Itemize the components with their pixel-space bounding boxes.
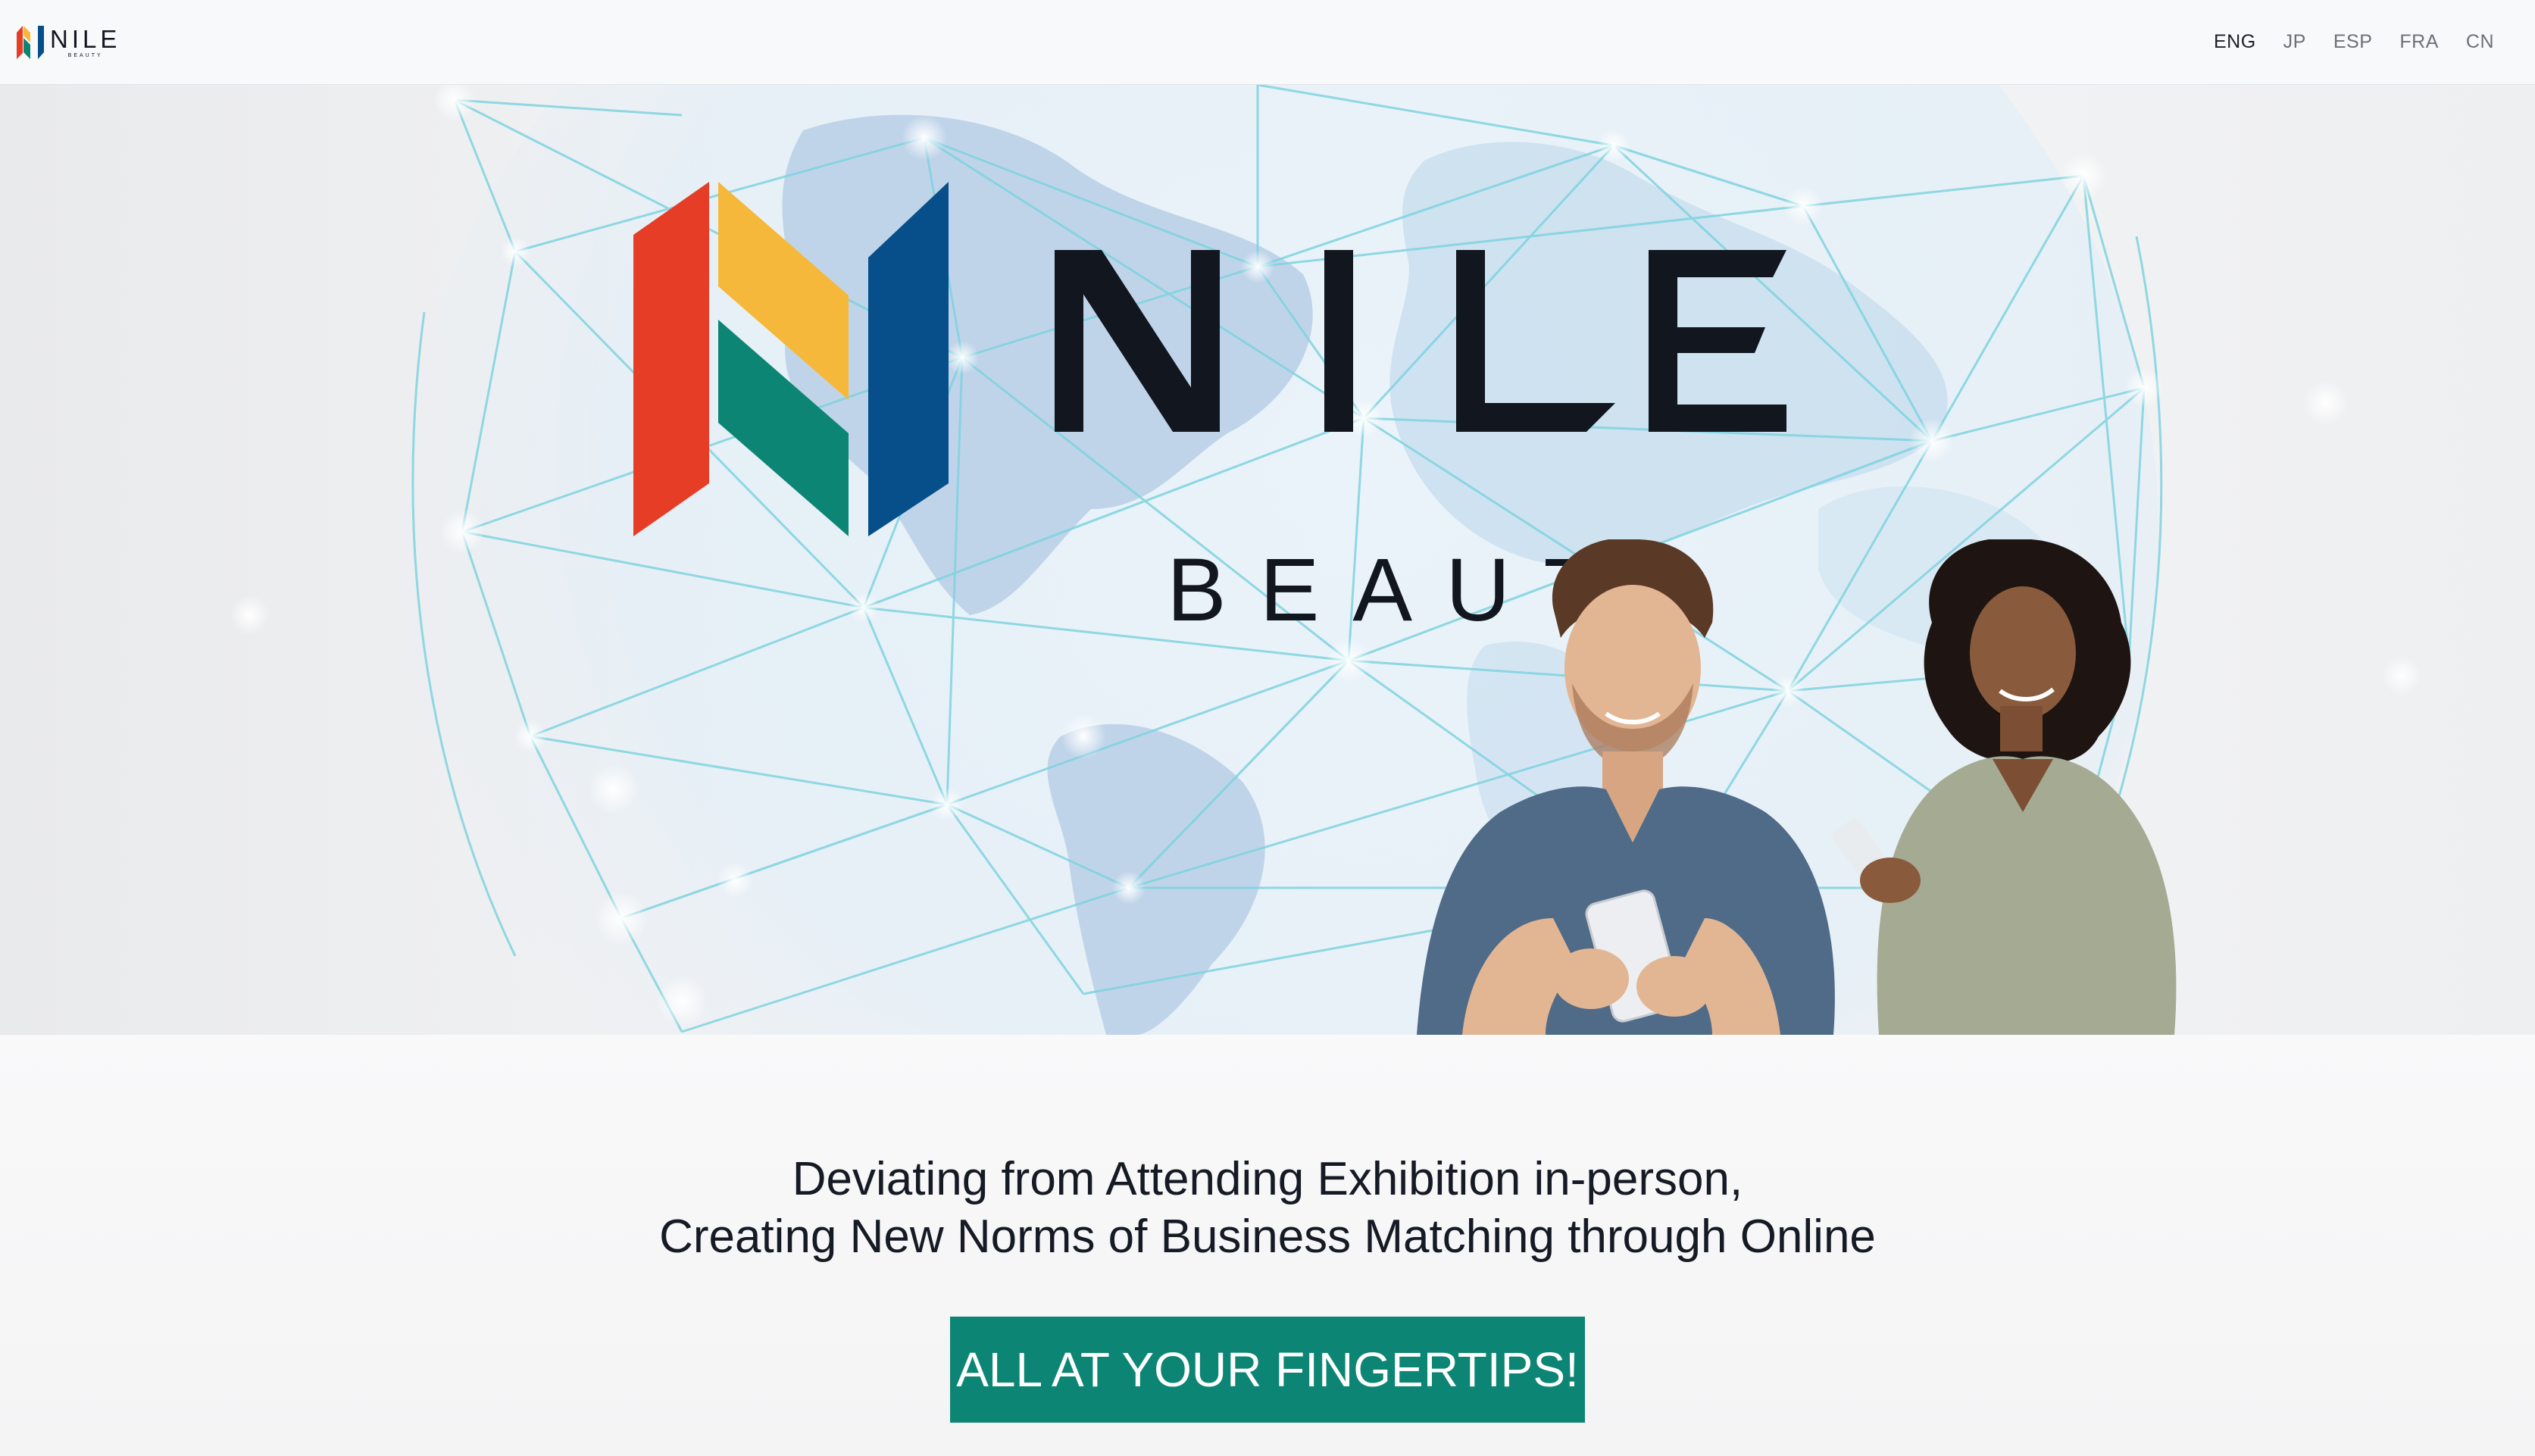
lang-jp-link[interactable]: JP	[2270, 31, 2320, 53]
people-with-phones-image	[1417, 539, 2177, 1035]
man-figure	[1417, 539, 1835, 1035]
nile-beauty-logo-icon	[17, 25, 44, 59]
tagline-line-1: Deviating from Attending Exhibition in-p…	[792, 1153, 1743, 1205]
language-nav: ENG JP ESP FRA CN	[2200, 31, 2508, 53]
header-logo-word: NILE	[50, 24, 121, 53]
lang-cn-link[interactable]: CN	[2452, 31, 2508, 53]
hero-brand-word	[1055, 250, 1786, 432]
lang-eng-link[interactable]: ENG	[2200, 31, 2270, 53]
tagline-section: Deviating from Attending Exhibition in-p…	[0, 1035, 2535, 1456]
hero-banner: BEAUTY	[0, 85, 2535, 1035]
header-logo[interactable]: NILE BEAUTY	[17, 18, 120, 67]
woman-figure	[1832, 539, 2177, 1035]
tagline-line-2: Creating New Norms of Business Matching …	[659, 1211, 1876, 1263]
lang-fra-link[interactable]: FRA	[2386, 31, 2452, 53]
cta-button[interactable]: ALL AT YOUR FINGERTIPS!	[950, 1317, 1585, 1423]
header-logo-sub: BEAUTY	[67, 52, 103, 58]
nile-n-mark-icon	[633, 182, 949, 536]
lang-esp-link[interactable]: ESP	[2320, 31, 2387, 53]
header-logo-text: NILE BEAUTY	[50, 27, 120, 58]
site-header: NILE BEAUTY ENG JP ESP FRA CN	[0, 0, 2535, 85]
